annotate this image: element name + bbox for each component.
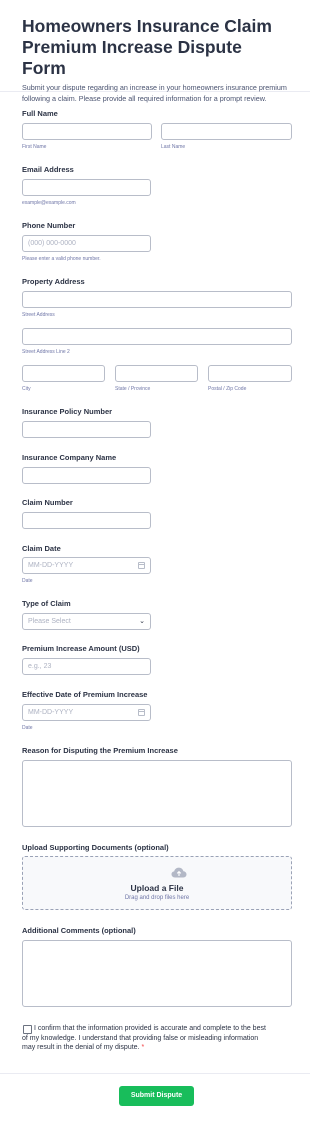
- postal-input[interactable]: [208, 365, 292, 382]
- last-name-sublabel: Last Name: [161, 144, 186, 150]
- effective-date-sublabel: Date: [22, 725, 33, 731]
- claim-type-selected: Please Select: [28, 618, 71, 625]
- claim-date-input[interactable]: MM-DD-YYYY: [22, 557, 151, 574]
- premium-increase-input[interactable]: e.g., 23: [22, 658, 151, 675]
- company-name-label: Insurance Company Name: [22, 453, 117, 462]
- footer-divider: [0, 1073, 310, 1074]
- first-name-input[interactable]: [22, 123, 152, 140]
- email-sublabel: example@example.com: [22, 200, 76, 206]
- calendar-icon[interactable]: [138, 562, 145, 569]
- submit-dispute-button[interactable]: Submit Dispute: [119, 1086, 194, 1106]
- claim-number-label: Claim Number: [22, 498, 73, 507]
- phone-placeholder: (000) 000-0000: [28, 240, 76, 247]
- policy-number-input[interactable]: [22, 421, 151, 438]
- reason-label: Reason for Disputing the Premium Increas…: [22, 746, 178, 755]
- state-input[interactable]: [115, 365, 198, 382]
- premium-increase-placeholder: e.g., 23: [28, 663, 52, 670]
- file-upload-dropzone[interactable]: Upload a File Drag and drop files here: [22, 856, 292, 910]
- company-name-input[interactable]: [22, 467, 151, 484]
- claim-date-placeholder: MM-DD-YYYY: [28, 562, 74, 569]
- form-subtitle: Submit your dispute regarding an increas…: [22, 83, 287, 103]
- street-address-input[interactable]: [22, 291, 292, 308]
- city-input[interactable]: [22, 365, 105, 382]
- upload-hint: Drag and drop files here: [124, 895, 190, 901]
- policy-number-label: Insurance Policy Number: [22, 407, 113, 416]
- claim-type-select[interactable]: Please Select ⌄: [22, 613, 151, 630]
- email-label: Email Address: [22, 165, 74, 174]
- consent-text: I confirm that the information provided …: [22, 1024, 272, 1053]
- phone-sublabel: Please enter a valid phone number.: [22, 256, 101, 262]
- form-title: Homeowners Insurance Claim Premium Incre…: [22, 16, 272, 78]
- upload-title: Upload a File: [130, 883, 184, 893]
- comments-label: Additional Comments (optional): [22, 926, 136, 935]
- reason-textarea[interactable]: [22, 760, 292, 827]
- claim-date-label: Claim Date: [22, 544, 61, 553]
- phone-label: Phone Number: [22, 221, 76, 230]
- effective-date-input[interactable]: MM-DD-YYYY: [22, 704, 151, 721]
- postal-sublabel: Postal / Zip Code: [208, 386, 247, 392]
- premium-increase-label: Premium Increase Amount (USD): [22, 644, 140, 653]
- street-address-line2-input[interactable]: [22, 328, 292, 345]
- full-name-label: Full Name: [22, 109, 58, 118]
- street-address-line2-sublabel: Street Address Line 2: [22, 349, 70, 355]
- last-name-input[interactable]: [161, 123, 292, 140]
- claim-type-label: Type of Claim: [22, 599, 71, 608]
- effective-date-label: Effective Date of Premium Increase: [22, 690, 148, 699]
- first-name-sublabel: First Name: [22, 144, 47, 150]
- required-mark: *: [141, 1044, 145, 1052]
- street-address-sublabel: Street Address: [22, 312, 55, 318]
- email-input[interactable]: [22, 179, 151, 196]
- address-label: Property Address: [22, 277, 85, 286]
- claim-date-sublabel: Date: [22, 578, 33, 584]
- chevron-down-icon: ⌄: [139, 618, 145, 625]
- cloud-upload-icon: [171, 867, 187, 878]
- calendar-icon[interactable]: [138, 709, 145, 716]
- form-header: Homeowners Insurance Claim Premium Incre…: [0, 0, 310, 103]
- city-sublabel: City: [22, 386, 31, 392]
- phone-input[interactable]: (000) 000-0000: [22, 235, 151, 252]
- claim-number-input[interactable]: [22, 512, 151, 529]
- upload-label: Upload Supporting Documents (optional): [22, 843, 169, 852]
- comments-textarea[interactable]: [22, 940, 292, 1007]
- state-sublabel: State / Province: [115, 386, 151, 392]
- effective-date-placeholder: MM-DD-YYYY: [28, 709, 74, 716]
